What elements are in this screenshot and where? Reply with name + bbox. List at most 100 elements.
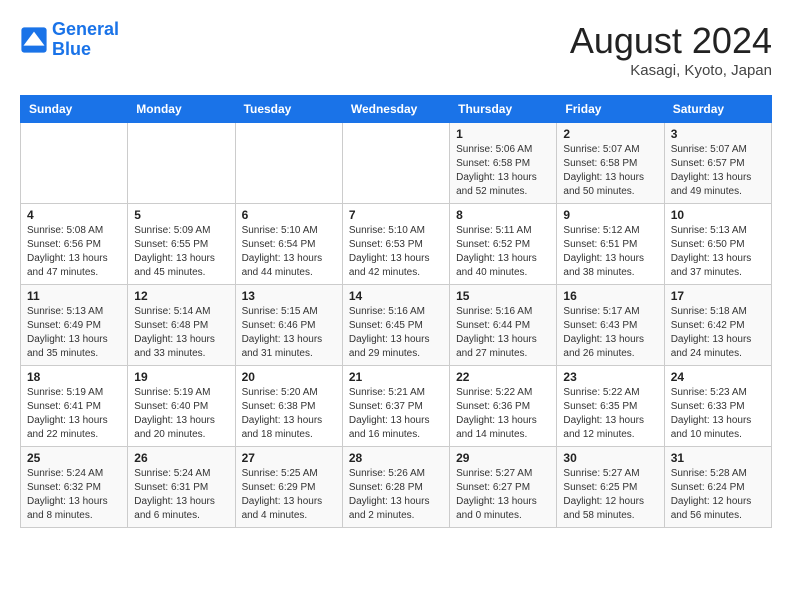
calendar-cell: 8Sunrise: 5:11 AM Sunset: 6:52 PM Daylig… [450,204,557,285]
day-info: Sunrise: 5:23 AM Sunset: 6:33 PM Dayligh… [671,386,765,442]
logo-line1: General [52,20,119,40]
weekday-header: Tuesday [235,96,342,123]
logo-text: General Blue [52,20,119,60]
day-number: 30 [563,451,657,465]
calendar-cell: 7 Sunrise: 5:10 AM Sunset: 6:53 PM Daylig… [342,204,449,285]
day-number: 28 [349,451,443,465]
day-number: 20 [242,370,336,384]
day-info: Sunrise: 5:15 AM Sunset: 6:46 PM Dayligh… [242,305,336,361]
calendar-cell [342,123,449,204]
calendar-week-row: 4 Sunrise: 5:08 AM Sunset: 6:56 PM Daylig… [21,204,772,285]
day-number: 9 [563,208,657,222]
calendar-cell: 16Sunrise: 5:17 AM Sunset: 6:43 PM Dayli… [557,285,664,366]
day-number: 4 [27,208,121,222]
day-info: Sunrise: 5:27 AM Sunset: 6:27 PM Dayligh… [456,467,550,523]
calendar-cell: 5 Sunrise: 5:09 AM Sunset: 6:55 PM Daylig… [128,204,235,285]
day-info: Sunrise: 5:20 AM Sunset: 6:38 PM Dayligh… [242,386,336,442]
calendar-cell: 31 Sunrise: 5:28 AM Sunset: 6:24 PM Dayli… [664,447,771,528]
calendar-cell: 2 Sunrise: 5:07 AM Sunset: 6:58 PM Daylig… [557,123,664,204]
weekday-header: Thursday [450,96,557,123]
day-number: 22 [456,370,550,384]
calendar-cell: 3 Sunrise: 5:07 AM Sunset: 6:57 PM Daylig… [664,123,771,204]
logo-line2: Blue [52,40,119,60]
day-info: Sunrise: 5:28 AM Sunset: 6:24 PM Dayligh… [671,467,765,523]
calendar-cell: 13Sunrise: 5:15 AM Sunset: 6:46 PM Dayli… [235,285,342,366]
day-info: Sunrise: 5:08 AM Sunset: 6:56 PM Dayligh… [27,224,121,280]
calendar-cell: 20 Sunrise: 5:20 AM Sunset: 6:38 PM Dayli… [235,366,342,447]
weekday-header: Saturday [664,96,771,123]
calendar-cell: 26 Sunrise: 5:24 AM Sunset: 6:31 PM Dayli… [128,447,235,528]
day-info: Sunrise: 5:14 AM Sunset: 6:48 PM Dayligh… [134,305,228,361]
calendar-cell: 29 Sunrise: 5:27 AM Sunset: 6:27 PM Dayli… [450,447,557,528]
day-info: Sunrise: 5:12 AM Sunset: 6:51 PM Dayligh… [563,224,657,280]
day-info: Sunrise: 5:26 AM Sunset: 6:28 PM Dayligh… [349,467,443,523]
day-info: Sunrise: 5:18 AM Sunset: 6:42 PM Dayligh… [671,305,765,361]
calendar-cell: 4 Sunrise: 5:08 AM Sunset: 6:56 PM Daylig… [21,204,128,285]
calendar-cell: 18 Sunrise: 5:19 AM Sunset: 6:41 PM Dayli… [21,366,128,447]
calendar-cell: 21Sunrise: 5:21 AM Sunset: 6:37 PM Dayli… [342,366,449,447]
day-number: 27 [242,451,336,465]
day-info: Sunrise: 5:24 AM Sunset: 6:31 PM Dayligh… [134,467,228,523]
calendar-cell: 17 Sunrise: 5:18 AM Sunset: 6:42 PM Dayli… [664,285,771,366]
day-info: Sunrise: 5:25 AM Sunset: 6:29 PM Dayligh… [242,467,336,523]
day-info: Sunrise: 5:07 AM Sunset: 6:57 PM Dayligh… [671,143,765,199]
day-info: Sunrise: 5:09 AM Sunset: 6:55 PM Dayligh… [134,224,228,280]
day-info: Sunrise: 5:17 AM Sunset: 6:43 PM Dayligh… [563,305,657,361]
day-number: 1 [456,127,550,141]
day-info: Sunrise: 5:27 AM Sunset: 6:25 PM Dayligh… [563,467,657,523]
calendar-cell: 25Sunrise: 5:24 AM Sunset: 6:32 PM Dayli… [21,447,128,528]
day-info: Sunrise: 5:24 AM Sunset: 6:32 PM Dayligh… [27,467,121,523]
day-info: Sunrise: 5:13 AM Sunset: 6:49 PM Dayligh… [27,305,121,361]
day-info: Sunrise: 5:10 AM Sunset: 6:53 PM Dayligh… [349,224,443,280]
title-block: August 2024 Kasagi, Kyoto, Japan [570,20,772,79]
day-info: Sunrise: 5:22 AM Sunset: 6:35 PM Dayligh… [563,386,657,442]
day-info: Sunrise: 5:19 AM Sunset: 6:41 PM Dayligh… [27,386,121,442]
calendar-cell: 6Sunrise: 5:10 AM Sunset: 6:54 PM Daylig… [235,204,342,285]
calendar-cell: 23Sunrise: 5:22 AM Sunset: 6:35 PM Dayli… [557,366,664,447]
day-info: Sunrise: 5:06 AM Sunset: 6:58 PM Dayligh… [456,143,550,199]
logo-icon [20,26,48,54]
calendar-cell [128,123,235,204]
logo: General Blue [20,20,119,60]
calendar-cell: 22Sunrise: 5:22 AM Sunset: 6:36 PM Dayli… [450,366,557,447]
page-header: General Blue August 2024 Kasagi, Kyoto, … [20,20,772,79]
calendar-cell: 9 Sunrise: 5:12 AM Sunset: 6:51 PM Daylig… [557,204,664,285]
day-number: 15 [456,289,550,303]
day-number: 7 [349,208,443,222]
calendar-week-row: 18 Sunrise: 5:19 AM Sunset: 6:41 PM Dayli… [21,366,772,447]
day-number: 18 [27,370,121,384]
calendar-cell: 12 Sunrise: 5:14 AM Sunset: 6:48 PM Dayli… [128,285,235,366]
month-title: August 2024 [570,20,772,62]
weekday-header: Monday [128,96,235,123]
day-number: 2 [563,127,657,141]
calendar-week-row: 11 Sunrise: 5:13 AM Sunset: 6:49 PM Dayli… [21,285,772,366]
day-number: 24 [671,370,765,384]
day-info: Sunrise: 5:07 AM Sunset: 6:58 PM Dayligh… [563,143,657,199]
calendar-cell: 15 Sunrise: 5:16 AM Sunset: 6:44 PM Dayli… [450,285,557,366]
day-number: 11 [27,289,121,303]
day-number: 19 [134,370,228,384]
day-number: 21 [349,370,443,384]
day-number: 12 [134,289,228,303]
calendar-cell: 28 Sunrise: 5:26 AM Sunset: 6:28 PM Dayli… [342,447,449,528]
day-number: 17 [671,289,765,303]
weekday-header: Sunday [21,96,128,123]
calendar-week-row: 25Sunrise: 5:24 AM Sunset: 6:32 PM Dayli… [21,447,772,528]
day-number: 6 [242,208,336,222]
calendar-cell: 27 Sunrise: 5:25 AM Sunset: 6:29 PM Dayli… [235,447,342,528]
calendar-cell: 11 Sunrise: 5:13 AM Sunset: 6:49 PM Dayli… [21,285,128,366]
day-number: 31 [671,451,765,465]
calendar-cell: 30 Sunrise: 5:27 AM Sunset: 6:25 PM Dayli… [557,447,664,528]
day-info: Sunrise: 5:16 AM Sunset: 6:44 PM Dayligh… [456,305,550,361]
day-number: 29 [456,451,550,465]
weekday-header-row: SundayMondayTuesdayWednesdayThursdayFrid… [21,96,772,123]
calendar-cell: 10Sunrise: 5:13 AM Sunset: 6:50 PM Dayli… [664,204,771,285]
day-info: Sunrise: 5:19 AM Sunset: 6:40 PM Dayligh… [134,386,228,442]
day-number: 3 [671,127,765,141]
day-number: 26 [134,451,228,465]
calendar-cell [235,123,342,204]
day-number: 5 [134,208,228,222]
calendar-cell: 1 Sunrise: 5:06 AM Sunset: 6:58 PM Daylig… [450,123,557,204]
weekday-header: Friday [557,96,664,123]
location: Kasagi, Kyoto, Japan [570,62,772,79]
